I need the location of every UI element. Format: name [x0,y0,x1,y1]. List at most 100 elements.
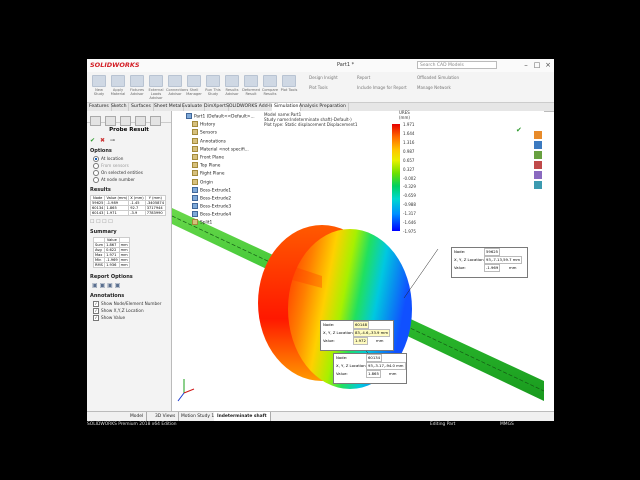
pushpin-icon[interactable]: ⊸ [110,137,115,144]
probe-callout-3[interactable]: Node: 60134 X, Y, Z Location: 93,-3.17,-94… [333,353,407,384]
table-cell: mm [118,252,130,258]
ribbon-small-button[interactable]: Manage Network [417,85,451,90]
ribbon-button[interactable]: Plot Tools [280,75,298,101]
ribbon-button[interactable]: Run This Study [204,75,222,101]
tree-item[interactable]: Boss-Extrude2 [186,194,255,203]
ribbon-button[interactable]: Apply Material [109,75,127,101]
ribbon-small-button[interactable]: Plot Tools [309,85,328,90]
table-row[interactable]: 60143 1.971 -3.9 7783990 [89,210,167,216]
ribbon-button-label: Results Advisor [225,88,239,96]
ribbon-button[interactable]: Results Advisor [223,75,241,101]
view-header-line: Plot type: Static displacement Displacem… [264,122,358,127]
property-tab-icon[interactable] [105,116,116,126]
probe-callout-1[interactable]: Node: 59625 X, Y, Z Location: 93,-7.13,59.… [451,247,528,278]
annotation-checkbox[interactable]: ✓ Show Node/Element Number [93,301,165,307]
tree-item[interactable]: History [186,121,255,129]
display-tab-icon[interactable] [150,116,161,126]
radio-icon[interactable] [93,177,99,183]
ribbon-button-icon [282,75,296,87]
minimize-button[interactable]: – [521,60,531,70]
ribbon-button[interactable]: New Study [90,75,108,101]
bottom-tab[interactable]: Model [127,412,148,421]
status-units[interactable]: MMGS [500,422,514,427]
tree-item[interactable]: Right Plane [186,170,255,178]
dimxpert-tab-icon[interactable] [135,116,146,126]
tree-item-label: Boss-Extrude4 [200,212,232,218]
option-label: At location [101,156,124,161]
option-radio[interactable]: At location [93,156,165,162]
checkbox-icon[interactable]: ✓ [93,308,99,314]
tree-item[interactable]: Boss-Extrude3 [186,203,255,211]
ribbon-button-icon [168,75,182,87]
annotation-checkbox[interactable]: ✓ Show Value [93,315,165,321]
tree-item[interactable]: Split1 [186,219,255,227]
view-header-text: Model name:Part1 Study name:Indeterminate… [264,112,358,127]
ribbon-small-button[interactable]: Report [357,75,370,80]
ribbon-button[interactable]: Fixtures Advisor [128,75,146,101]
tree-item-icon [192,162,198,169]
ribbon-small-button[interactable]: Include Image for Report [357,85,407,90]
checkbox-icon[interactable]: ✓ [93,301,99,307]
tree-root-part[interactable]: Part1 (Default<<Default>... [186,113,255,121]
ribbon-small-button[interactable]: Design Insight [309,75,338,80]
tree-item-icon [192,145,198,152]
legend-unit: URES (mm) [399,110,410,120]
table-row: Sum 1.867 mm [92,242,130,248]
ok-check-icon[interactable]: ✔ [90,137,95,144]
ribbon-button[interactable]: Connections Advisor [166,75,188,101]
tree-item[interactable]: Annotations [186,137,255,146]
ribbon-button[interactable]: Shell Manager [185,75,203,101]
probe-callout-2[interactable]: Node: 60148 X, Y, Z Location: 83,-4.6,-33.… [320,320,394,351]
feature-tree-tab-icon[interactable] [90,116,101,126]
tab-analysis-preparation[interactable]: Analysis Preparation [297,103,349,111]
close-button[interactable]: × [543,60,553,70]
ribbon-button[interactable]: Deformed Result [242,75,260,101]
search-input[interactable]: Search CAD Models [417,61,497,69]
report-options-title: Report Options [90,274,133,280]
document-title: Part1 * [337,62,355,68]
annotation-label: Show Value [101,315,126,320]
table-cell: -1.969 [104,257,120,263]
tab-sketch[interactable]: Sketch [109,103,130,111]
report-option-icons[interactable]: ▣ ▣ ▣ ▣ [92,282,166,289]
tree-item[interactable]: Front Plane [186,153,255,162]
ribbon-small-button[interactable]: Offloaded Simulation [417,75,459,80]
radio-icon[interactable] [93,170,99,176]
annotations-title: Annotations [90,293,125,299]
option-radio[interactable]: On selected entities [93,170,165,176]
cancel-x-icon[interactable]: ✖ [100,137,105,144]
radio-icon[interactable] [93,163,99,169]
annotation-checkbox[interactable]: ✓ Show X,Y,Z Location [93,308,165,314]
config-tab-icon[interactable] [120,116,131,126]
panel-tabs [87,111,171,126]
tree-item[interactable]: Sensors [186,129,255,137]
tree-item[interactable]: Top Plane [186,162,255,170]
ribbon-button-label: Deformed Result [242,88,260,96]
tree-item[interactable]: Boss-Extrude1 [186,186,255,195]
tree-item[interactable]: Boss-Extrude4 [186,211,255,219]
app-logo[interactable]: SOLIDWORKS [90,61,140,69]
radio-icon[interactable] [93,156,99,162]
bottom-tab[interactable]: Indeterminate shaft [214,412,271,421]
ribbon-button[interactable]: External Loads Advisor [147,75,165,101]
right-view-toolbar[interactable] [534,131,542,189]
checkbox-icon[interactable]: ✓ [93,315,99,321]
table-row: Avg 0.622 mm [92,247,130,253]
option-radio[interactable]: From sensors [93,163,165,169]
tree-item[interactable]: Material <not specifi... [186,145,255,154]
summary-section-title: Summary [90,229,117,235]
tab-solidworks-add-ins[interactable]: SOLIDWORKS Add-Ins [224,103,279,111]
table-cell: 1.971 [104,210,130,216]
tree-item-icon [192,211,198,218]
tab-surfaces[interactable]: Surfaces [129,103,154,111]
option-radio[interactable]: At node number [93,177,165,183]
bottom-tab[interactable]: 3D Views [152,412,180,421]
graphics-area[interactable]: ✔ Part1 (Default<<Default>... History Sens… [172,111,544,409]
table-cell: 3717944 [144,205,167,211]
legend-tick-label: 1.971 [403,122,415,127]
tree-item[interactable]: Origin [186,178,255,187]
ribbon-button[interactable]: Compare Results [261,75,279,101]
maximize-button[interactable]: □ [532,60,542,70]
confirm-check-icon[interactable]: ✔ [516,126,522,134]
bottom-tab[interactable]: Motion Study 1 [178,412,219,421]
